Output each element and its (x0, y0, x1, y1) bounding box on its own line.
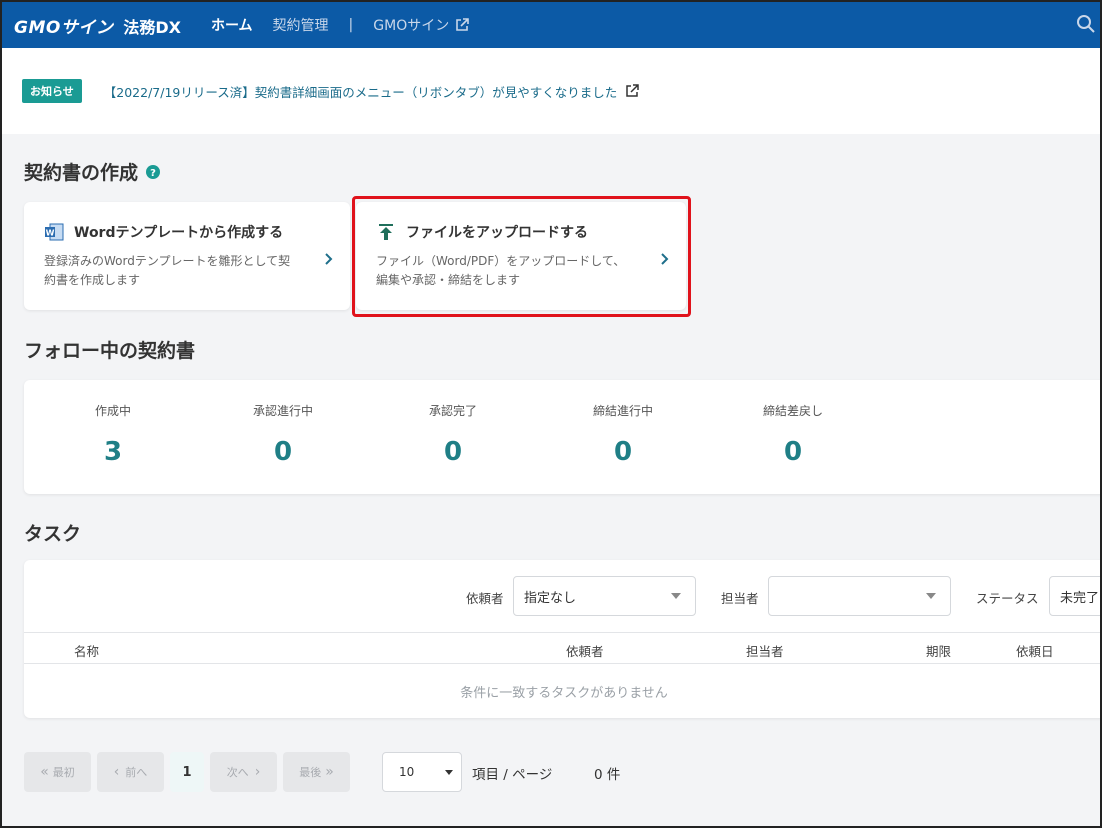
column-header-assignee[interactable]: 担当者 (746, 641, 784, 660)
stat-label: 承認完了 (428, 404, 477, 418)
upload-icon (379, 224, 393, 240)
app-logo[interactable]: GMOサイン 法務DX (14, 13, 181, 38)
per-page-value: 10 (399, 765, 415, 779)
stat-label: 承認進行中 (252, 404, 313, 418)
column-header-deadline[interactable]: 期限 (926, 641, 951, 660)
double-chevron-left-icon: « (40, 764, 49, 780)
next-page-label: 次へ (226, 766, 249, 779)
upload-card-title: ファイルをアップロードする (406, 225, 588, 241)
stat-approval-complete[interactable]: 承認完了 0 (368, 380, 538, 467)
task-table-header: 名称 依頼者 担当者 期限 依頼日 (24, 632, 1100, 664)
stat-signing-returned[interactable]: 締結差戻し 0 (708, 380, 878, 467)
word-template-card-title: Wordテンプレートから作成する (74, 225, 284, 241)
stat-value: 0 (613, 437, 633, 467)
stat-value: 0 (443, 437, 463, 467)
stat-approval-in-progress[interactable]: 承認進行中 0 (198, 380, 368, 467)
svg-text:?: ? (150, 168, 156, 179)
upload-desc-line1: ファイル（Word/PDF）をアップロードして、 (376, 254, 626, 268)
nav-contract-management[interactable]: 契約管理 (273, 15, 329, 35)
status-select-value: 未完了 (1060, 590, 1100, 606)
chevron-down-icon (926, 593, 936, 599)
chevron-down-icon (671, 593, 681, 599)
stat-label: 作成中 (94, 404, 131, 418)
app-frame: GMOサイン 法務DX ホーム 契約管理 | GMOサイン お知らせ 【2022… (0, 0, 1102, 828)
chevron-left-icon: ‹ (113, 764, 120, 780)
requester-filter-label: 依頼者 (466, 591, 504, 606)
nav-home[interactable]: ホーム (211, 15, 253, 35)
external-link-icon (626, 84, 640, 97)
notice-badge: お知らせ (22, 79, 82, 103)
tasks-section-title: タスク (24, 523, 82, 545)
prev-page-button[interactable]: ‹ 前へ (97, 752, 164, 792)
upload-card-header: ファイルをアップロードする (376, 222, 666, 242)
logo-main-text: GMOサイン (14, 17, 114, 38)
status-select[interactable]: 未完了 (1049, 576, 1100, 616)
word-template-desc-line2: 約書を作成します (44, 273, 141, 287)
caret-down-icon (445, 770, 453, 775)
double-chevron-right-icon: » (325, 764, 334, 780)
last-page-label: 最後 (299, 766, 322, 779)
chevron-right-icon (661, 253, 669, 265)
create-title-text: 契約書の作成 (24, 162, 139, 184)
upload-card-desc: ファイル（Word/PDF）をアップロードして、 編集や承認・締結をします (376, 252, 666, 290)
column-header-name[interactable]: 名称 (74, 641, 99, 660)
follow-stats-card: 作成中 3 承認進行中 0 承認完了 0 締結進行中 0 締結差戻し 0 (24, 380, 1100, 494)
last-page-button[interactable]: 最後 » (283, 752, 350, 792)
per-page-suffix: 項目 / ページ (472, 767, 553, 783)
help-icon[interactable]: ? (146, 164, 161, 179)
main-nav: ホーム 契約管理 | GMOサイン (211, 2, 489, 48)
notice-link[interactable]: 【2022/7/19リリース済】契約書詳細画面のメニュー（リボンタブ）が見やすく… (103, 82, 640, 101)
stat-value: 0 (783, 437, 803, 467)
first-page-label: 最初 (52, 766, 75, 779)
word-template-card-header: W Wordテンプレートから作成する (44, 222, 330, 242)
status-filter-label: ステータス (976, 591, 1039, 606)
stat-value: 0 (273, 437, 293, 467)
follow-section-title: フォロー中の契約書 (24, 340, 196, 362)
nav-gmo-sign-label: GMOサイン (373, 18, 450, 34)
stat-value: 3 (103, 437, 123, 467)
word-template-desc-line1: 登録済みのWordテンプレートを雛形として契 (44, 254, 291, 268)
assignee-select[interactable] (768, 576, 951, 616)
requester-select[interactable]: 指定なし (513, 576, 696, 616)
stat-signing-in-progress[interactable]: 締結進行中 0 (538, 380, 708, 467)
result-count: 0 件 (594, 767, 621, 783)
chevron-right-icon: › (254, 764, 261, 780)
stat-drafting[interactable]: 作成中 3 (28, 380, 198, 467)
stat-label: 締結差戻し (762, 404, 823, 418)
prev-page-label: 前へ (125, 766, 148, 779)
tasks-card: 依頼者 指定なし 担当者 ステータス 未完了 名称 依頼者 担当者 期限 依頼日… (24, 560, 1100, 718)
nav-separator: | (348, 17, 354, 33)
empty-table-message: 条件に一致するタスクがありません (460, 686, 668, 701)
column-header-request-date[interactable]: 依頼日 (1016, 641, 1054, 660)
column-header-requester[interactable]: 依頼者 (566, 641, 604, 660)
page-number-button[interactable]: 1 (170, 752, 204, 792)
upload-desc-line2: 編集や承認・締結をします (376, 273, 521, 287)
word-template-card-desc: 登録済みのWordテンプレートを雛形として契 約書を作成します (44, 252, 330, 290)
requester-select-value: 指定なし (524, 590, 577, 606)
create-section-title: 契約書の作成 ? (24, 158, 161, 185)
notice-text: 【2022/7/19リリース済】契約書詳細画面のメニュー（リボンタブ）が見やすく… (103, 84, 618, 100)
stat-label: 締結進行中 (592, 404, 653, 418)
nav-gmo-sign[interactable]: GMOサイン (373, 15, 470, 35)
word-icon: W (45, 223, 64, 241)
per-page-select[interactable]: 10 (382, 752, 462, 792)
chevron-right-icon (325, 253, 333, 265)
notice-bar: お知らせ 【2022/7/19リリース済】契約書詳細画面のメニュー（リボンタブ）… (2, 48, 1100, 134)
word-template-card[interactable]: W Wordテンプレートから作成する 登録済みのWordテンプレートを雛形として… (24, 202, 350, 310)
assignee-filter-label: 担当者 (721, 591, 759, 606)
logo-sub-text: 法務DX (123, 17, 181, 37)
first-page-button[interactable]: « 最初 (24, 752, 91, 792)
svg-text:W: W (46, 229, 55, 238)
upload-file-card[interactable]: ファイルをアップロードする ファイル（Word/PDF）をアップロードして、 編… (356, 202, 686, 310)
top-navigation-bar: GMOサイン 法務DX ホーム 契約管理 | GMOサイン (2, 2, 1100, 48)
search-icon[interactable] (1076, 14, 1096, 34)
next-page-button[interactable]: 次へ › (210, 752, 277, 792)
external-link-icon (456, 18, 470, 31)
